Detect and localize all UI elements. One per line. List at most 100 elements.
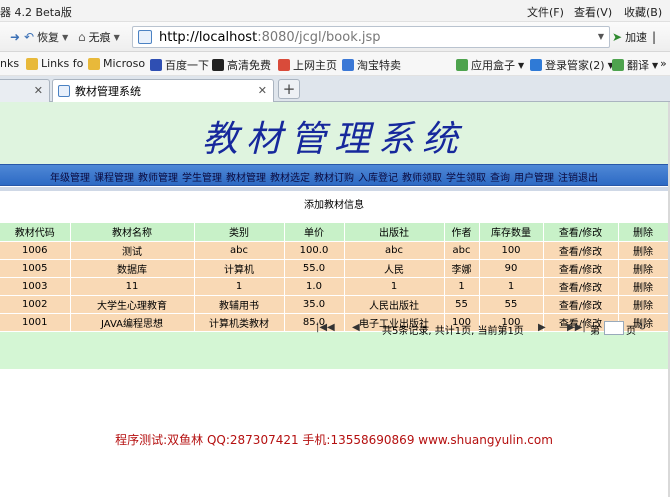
app-box-icon: [456, 59, 468, 71]
cell-price: 35.0: [284, 295, 345, 314]
cell-price: 100.0: [284, 241, 345, 260]
translate-icon: [612, 59, 624, 71]
tab-previous[interactable]: ✕: [0, 79, 50, 102]
main-nav: 年级管理 课程管理 教师管理 学生管理 教材管理 教材选定 教材订购 入库登记 …: [0, 164, 668, 186]
nav-student[interactable]: 学生管理: [182, 169, 222, 184]
address-bar[interactable]: http://localhost:8080/jcgl/book.jsp ▼: [132, 26, 610, 48]
chevron-down-icon: ▼: [62, 32, 69, 42]
homepage-icon: [278, 59, 290, 71]
nav-teacher[interactable]: 教师管理: [138, 169, 178, 184]
bookmark-taobao[interactable]: 淘宝特卖: [342, 57, 401, 73]
nav-query[interactable]: 查询: [490, 169, 510, 184]
private-mode-button[interactable]: ⌂ 无痕 ▼: [78, 28, 120, 46]
view-edit-link[interactable]: 查看/修改: [543, 277, 619, 296]
chevron-right-icon[interactable]: »: [660, 57, 667, 70]
tab-book-management[interactable]: 教材管理系统 ✕: [52, 79, 274, 102]
book-list-panel: 添加教材信息 教材代码 教材名称 类别 单价 出版社 作者 库存数量 查看/修改…: [0, 191, 669, 369]
nav-user[interactable]: 用户管理: [514, 169, 554, 184]
chevron-down-icon: ▼: [113, 32, 120, 42]
app-title: 器 4.2 Beta版: [0, 6, 72, 19]
more-button[interactable]: |: [652, 28, 656, 46]
nav-stock-in[interactable]: 入库登记: [358, 169, 398, 184]
bookmarks-bar: nks Links fo Microso 百度一下 高清免费 上网主页 淘宝特卖…: [0, 52, 670, 76]
app-box-button[interactable]: 应用盒子 ▼: [456, 57, 524, 73]
bookmark-homepage[interactable]: 上网主页: [278, 57, 337, 73]
view-edit-link[interactable]: 查看/修改: [543, 259, 619, 278]
next-page-icon[interactable]: ▶: [538, 322, 546, 333]
login-manager-button[interactable]: 登录管家(2) ▼: [530, 57, 614, 73]
accelerate-icon: ➤: [612, 30, 623, 44]
nav-book[interactable]: 教材管理: [226, 169, 266, 184]
delete-link[interactable]: 删除: [618, 241, 669, 260]
table-row: 1005 数据库 计算机 55.0 人民 李娜 90 查看/修改 删除: [0, 259, 669, 278]
cell-author: 55: [444, 295, 480, 314]
url-text[interactable]: http://localhost:8080/jcgl/book.jsp: [159, 30, 381, 45]
last-page-icon[interactable]: ▶▶|: [567, 322, 586, 333]
chevron-down-icon[interactable]: ▼: [598, 32, 604, 41]
cell-price: 1.0: [284, 277, 345, 296]
prev-page-icon[interactable]: ◀: [352, 322, 360, 333]
col-category: 类别: [194, 223, 285, 242]
cell-stock: 100: [479, 241, 544, 260]
bookmark-microsoft[interactable]: Microso: [88, 57, 145, 70]
user-icon: [530, 59, 542, 71]
page-number-input[interactable]: [604, 321, 624, 335]
first-page-icon[interactable]: |◀◀: [316, 322, 335, 333]
bookmark-baidu[interactable]: 百度一下: [150, 57, 209, 73]
cell-name: 11: [70, 277, 195, 296]
bookmark-links-for[interactable]: Links fo: [26, 57, 83, 70]
cell-stock: 1: [479, 277, 544, 296]
col-code: 教材代码: [0, 223, 71, 242]
tab-label: 教材管理系统: [75, 85, 141, 98]
bookmark-links[interactable]: nks: [0, 57, 19, 70]
pager-summary: 共5条记录, 共计1页, 当前第1页: [382, 326, 524, 337]
new-tab-button[interactable]: +: [278, 79, 300, 99]
cell-category: 教辅用书: [194, 295, 285, 314]
cell-author: 李娜: [444, 259, 480, 278]
window-titlebar: 器 4.2 Beta版 文件(F) 查看(V) 收藏(B): [0, 0, 670, 22]
view-edit-link[interactable]: 查看/修改: [543, 241, 619, 260]
cell-category: 计算机: [194, 259, 285, 278]
bookmark-hd[interactable]: 高清免费: [212, 57, 271, 73]
nav-student-receive[interactable]: 学生领取: [446, 169, 486, 184]
add-book-link[interactable]: 添加教材信息: [0, 191, 668, 223]
cell-name: 大学生心理教育: [70, 295, 195, 314]
nav-grade[interactable]: 年级管理: [50, 169, 90, 184]
goto-suffix: 页: [626, 326, 636, 337]
cell-publisher: 1: [344, 277, 445, 296]
nav-course[interactable]: 课程管理: [94, 169, 134, 184]
col-publisher: 出版社: [344, 223, 445, 242]
menu-favorites[interactable]: 收藏(B): [624, 4, 662, 20]
nav-book-select[interactable]: 教材选定: [270, 169, 310, 184]
video-icon: [212, 59, 224, 71]
accelerate-label: 加速: [625, 31, 648, 44]
cell-code: 1006: [0, 241, 71, 260]
menu-file[interactable]: 文件(F): [527, 4, 564, 20]
go-icon[interactable]: ↻: [638, 322, 646, 333]
accelerate-button[interactable]: ➤ 加速: [612, 28, 647, 46]
cell-author: 1: [444, 277, 480, 296]
forward-button[interactable]: ➜: [10, 28, 20, 46]
cell-author: abc: [444, 241, 480, 260]
delete-link[interactable]: 删除: [618, 295, 669, 314]
close-icon[interactable]: ✕: [258, 84, 267, 97]
close-icon[interactable]: ✕: [34, 84, 43, 97]
cell-name: 数据库: [70, 259, 195, 278]
delete-link[interactable]: 删除: [618, 259, 669, 278]
cell-price: 55.0: [284, 259, 345, 278]
undo-icon: ↶: [24, 30, 35, 44]
nav-book-order[interactable]: 教材订购: [314, 169, 354, 184]
menu-view[interactable]: 查看(V): [574, 4, 612, 20]
delete-link[interactable]: 删除: [618, 277, 669, 296]
book-table: 教材代码 教材名称 类别 单价 出版社 作者 库存数量 查看/修改 删除 100…: [0, 223, 669, 332]
cell-stock: 90: [479, 259, 544, 278]
cell-publisher: 人民: [344, 259, 445, 278]
view-edit-link[interactable]: 查看/修改: [543, 295, 619, 314]
taobao-icon: [342, 59, 354, 71]
cell-code: 1002: [0, 295, 71, 314]
nav-logout[interactable]: 注销退出: [558, 169, 598, 184]
translate-button[interactable]: 翻译 ▼: [612, 57, 658, 73]
incognito-icon: ⌂: [78, 30, 86, 44]
nav-teacher-receive[interactable]: 教师领取: [402, 169, 442, 184]
restore-button[interactable]: ↶ 恢复 ▼: [24, 28, 68, 46]
